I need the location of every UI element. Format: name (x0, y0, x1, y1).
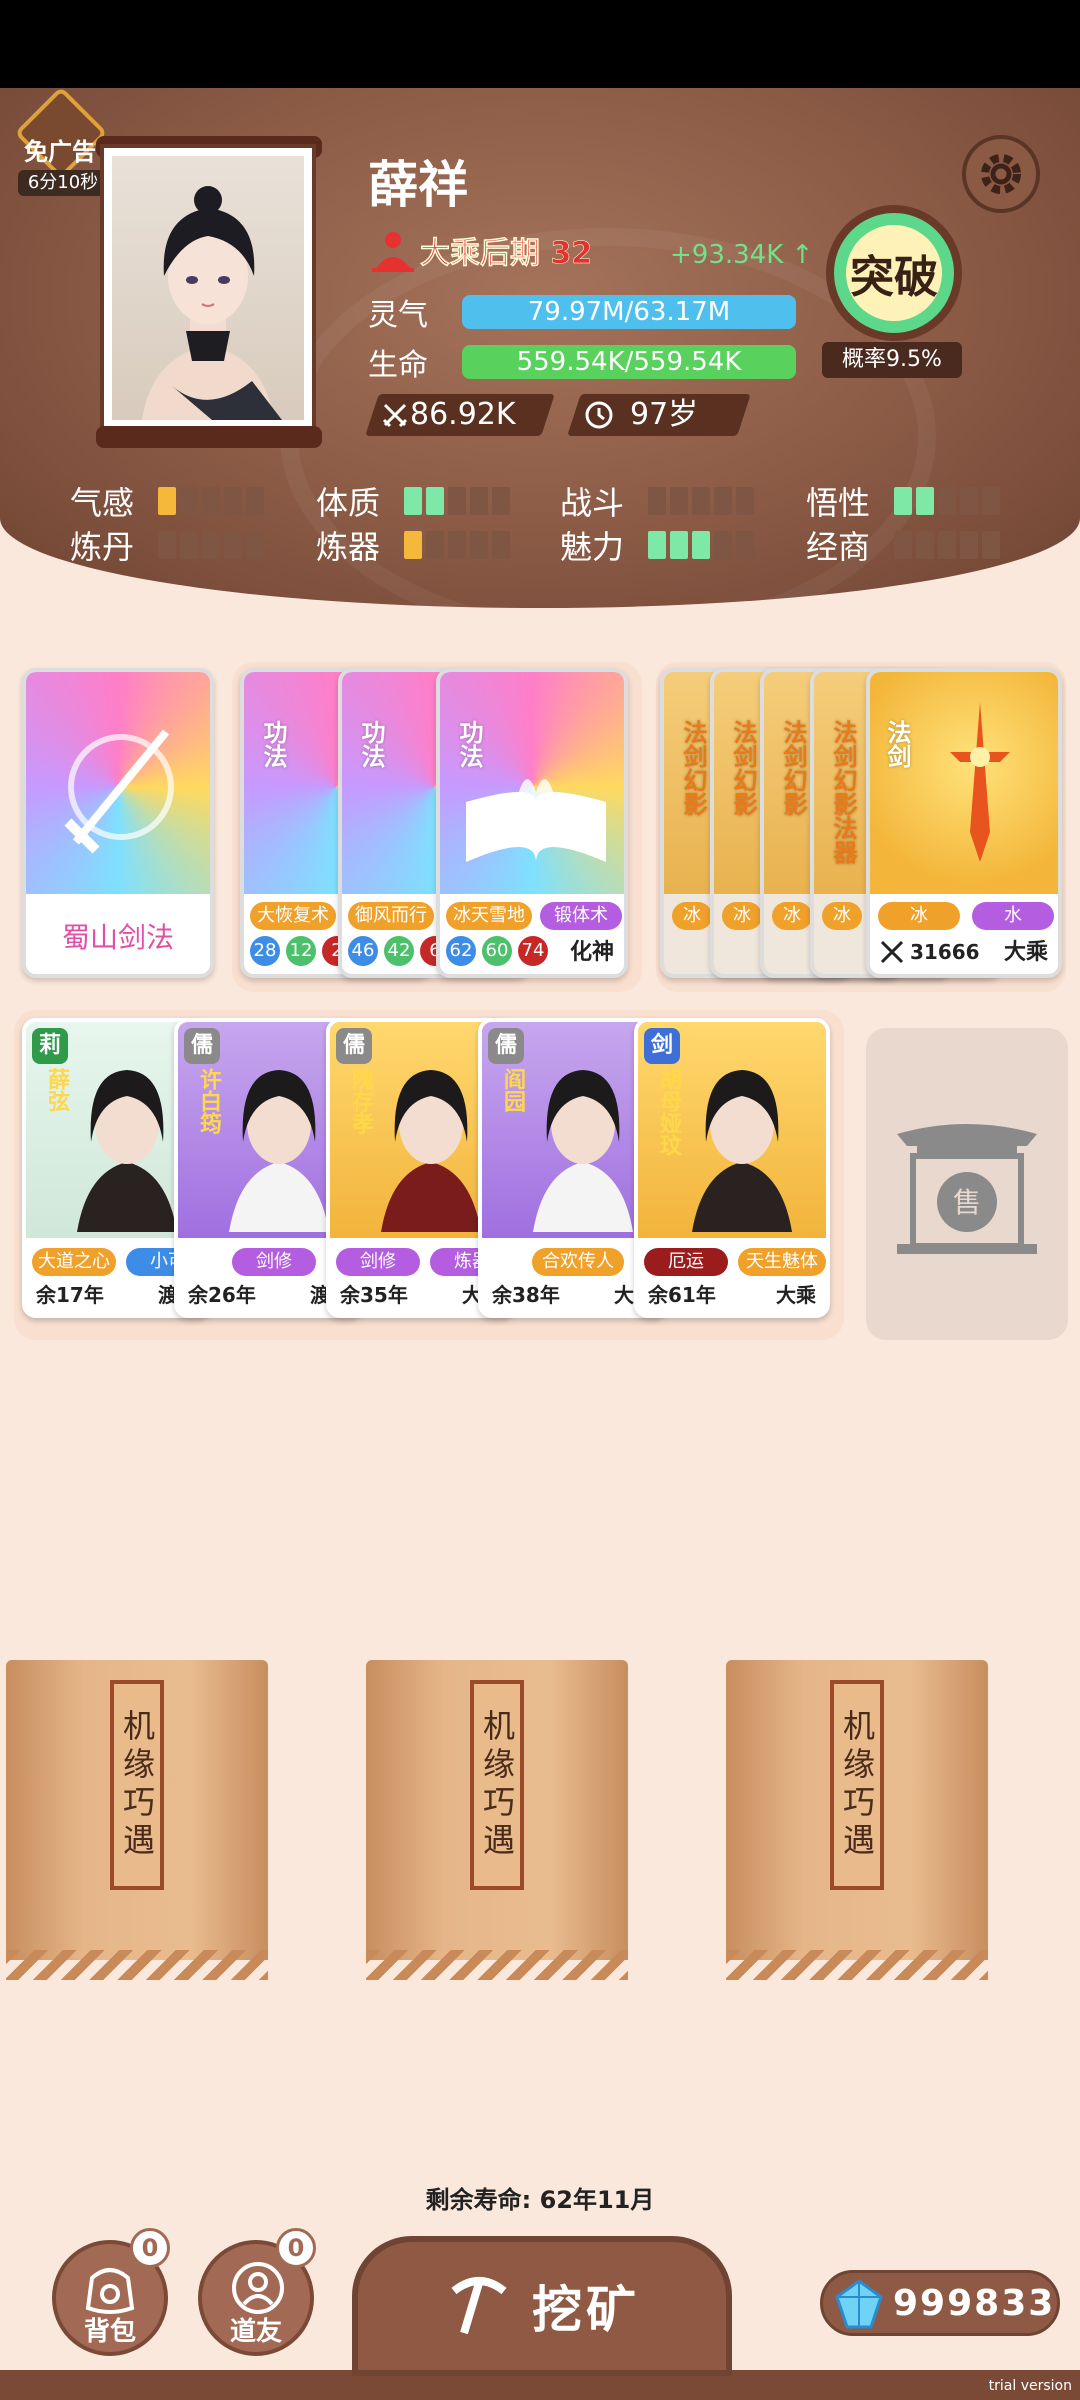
life-bar: 559.54K/559.54K (462, 345, 796, 379)
sword-art-card[interactable]: 蜀山剑法 (22, 668, 214, 978)
friend-icon (232, 2262, 284, 2314)
settings-button[interactable] (962, 135, 1040, 213)
character-portrait-icon (381, 1070, 481, 1232)
attr-meili: 魅力 (560, 522, 754, 568)
attr-wuxing: 悟性 (806, 478, 1000, 524)
character-card[interactable]: 剑 胡母娅玟 厄运 天生魅体 余61年 大乘 (634, 1018, 830, 1318)
player-name: 薛祥 (368, 156, 468, 214)
gongfa-tag: 大恢复术 (250, 902, 336, 930)
fabao-power: 31666 (910, 940, 980, 964)
ad-label: 免广告 (24, 138, 96, 166)
friends-label: 道友 (229, 2317, 282, 2347)
remove-ads-button[interactable]: 免广告 6分10秒 (10, 86, 110, 196)
realm-gain: +93.34K ↑ (670, 240, 814, 270)
ad-timer: 6分10秒 (18, 170, 108, 196)
scroll-rod-bottom (96, 426, 322, 448)
mining-button[interactable]: 挖矿 (352, 2236, 732, 2376)
character-portrait-icon (692, 1070, 792, 1232)
status-bar (0, 0, 1080, 88)
gear-icon (981, 154, 1021, 194)
attr-lianqi: 炼器 (316, 522, 510, 568)
backpack-count: 0 (130, 2228, 170, 2268)
attr-jingshang: 经商 (806, 522, 1000, 568)
power-value: 86.92K (410, 397, 516, 432)
player-avatar-icon (142, 186, 282, 420)
breakthrough-button[interactable]: 突破 (826, 205, 962, 341)
fortune-bag-1[interactable]: 机缘巧遇 (6, 1660, 268, 1980)
magic-sword-icon (950, 702, 1010, 862)
friends-count: 0 (276, 2228, 316, 2268)
fortune-bag-3[interactable]: 机缘巧遇 (726, 1660, 988, 1980)
fabao-card-front[interactable]: 法剑 冰 水 31666 大乘 (866, 668, 1062, 978)
life-row: 生命 559.54K/559.54K (368, 340, 796, 384)
book-icon (466, 779, 606, 862)
life-label: 生命 (368, 348, 428, 383)
backpack-label: 背包 (83, 2317, 136, 2347)
sword-art-name: 蜀山剑法 (61, 921, 174, 954)
backpack-button[interactable]: 背包 0 (52, 2228, 170, 2356)
gongfa-tag: 冰天雪地 (446, 902, 532, 930)
gongfa-tag: 锻体术 (540, 902, 622, 930)
realm-text: 大乘后期 32 (420, 236, 593, 272)
mining-label: 挖矿 (532, 2281, 640, 2339)
lingqi-row: 灵气 79.97M/63.17M (368, 290, 796, 334)
cultivation-icon (372, 232, 414, 272)
fortune-bag-label: 机缘巧遇 (470, 1680, 524, 1890)
age-value: 97岁 (630, 397, 699, 432)
character-portrait-icon (533, 1070, 633, 1232)
gongfa-tag: 御风而行 (348, 902, 434, 930)
lingqi-bar: 79.97M/63.17M (462, 295, 796, 329)
attr-qigan: 气感 (70, 478, 264, 524)
remaining-lifespan: 剩余寿命: 62年11月 (425, 2186, 655, 2214)
trial-label: trial version (988, 2378, 1072, 2394)
character-portrait-icon (77, 1070, 177, 1232)
realm-row: 大乘后期 32 (370, 228, 592, 272)
life-value: 559.54K/559.54K (516, 347, 742, 377)
swords-icon (880, 940, 904, 964)
fortune-bag-2[interactable]: 机缘巧遇 (366, 1660, 628, 1980)
gem-icon (835, 2279, 883, 2329)
backpack-icon (85, 2268, 135, 2314)
friends-button[interactable]: 道友 0 (198, 2228, 316, 2356)
currency-display[interactable]: 999833 (820, 2270, 1060, 2336)
attr-zhandou: 战斗 (560, 478, 754, 524)
breakthrough-label: 突破 (846, 225, 942, 321)
fabao-realm: 大乘 (1003, 940, 1048, 965)
attr-tizhi: 体质 (316, 478, 510, 524)
fortune-bag-label: 机缘巧遇 (830, 1680, 884, 1890)
currency-value: 999833 (893, 2282, 1056, 2324)
sell-label: 售 (953, 1186, 981, 1219)
gongfa-card-3[interactable]: 功法 冰天雪地 锻体术 62 60 74 化神 (436, 668, 628, 978)
gongfa-realm: 化神 (569, 940, 614, 965)
lingqi-value: 79.97M/63.17M (527, 297, 731, 327)
shop-icon: 售 (897, 1124, 1037, 1254)
attr-liandan: 炼丹 (70, 522, 264, 568)
pickaxe-icon (451, 2277, 507, 2335)
sword-icon (64, 729, 174, 854)
lingqi-label: 灵气 (368, 298, 428, 333)
fortune-bag-label: 机缘巧遇 (110, 1680, 164, 1890)
breakthrough-rate: 概率9.5% (822, 342, 962, 378)
sell-slot[interactable]: 售 (866, 1028, 1068, 1340)
hourglass-icon (585, 401, 613, 429)
player-portrait[interactable] (104, 148, 312, 428)
character-portrait-icon (229, 1070, 329, 1232)
swords-icon (382, 403, 408, 428)
